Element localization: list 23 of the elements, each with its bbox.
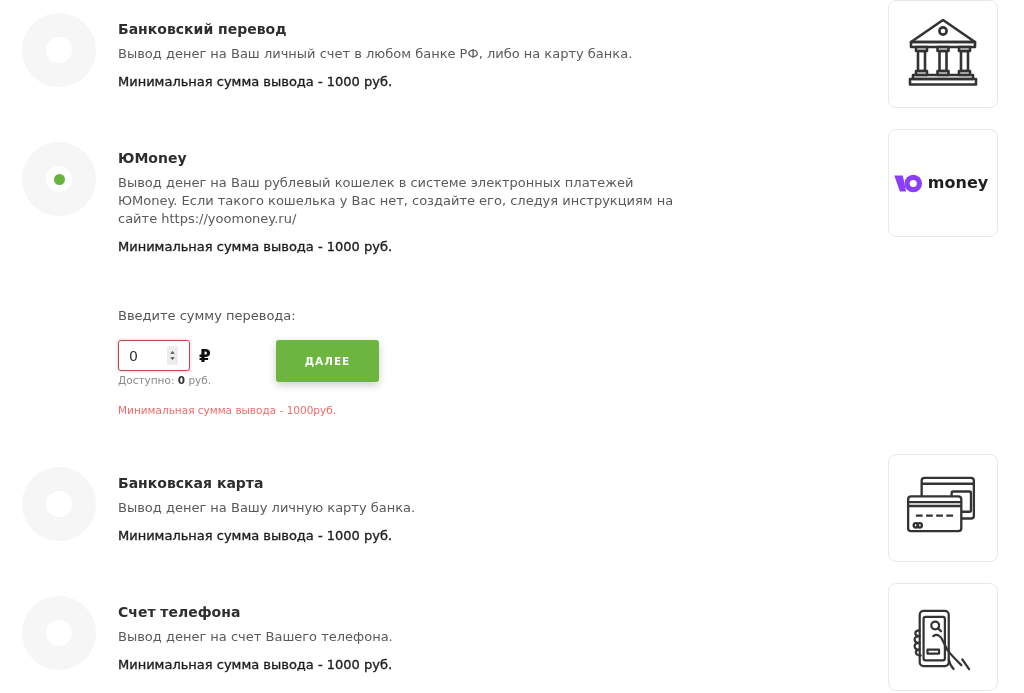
logo-wordmark: money <box>927 173 989 193</box>
method-title: Счет телефона <box>118 603 242 622</box>
available-balance: Доступно: 0 руб. <box>118 374 213 387</box>
method-description: Вывод денег на счет Вашего телефона. <box>118 628 394 646</box>
minimum-amount-note: Минимальная сумма вывода - 1000 руб. <box>118 238 394 256</box>
method-description: Вывод денег на Вашу личную карту банка. <box>118 499 417 517</box>
minimum-amount-note: Минимальная сумма вывода - 1000 руб. <box>118 656 394 674</box>
method-title: Банковская карта <box>118 474 265 493</box>
credit-cards-icon <box>906 476 976 534</box>
method-description: Вывод денег на Ваш личный счет в любом банке РФ, либо на карту банка. <box>118 45 634 63</box>
amount-label: Введите сумму перевода: <box>118 307 297 325</box>
currency-sign: ₽ <box>199 345 211 366</box>
method-title: ЮMoney <box>118 149 188 168</box>
method-title: Банковский перевод <box>118 20 288 39</box>
hand-with-phone-icon <box>911 609 971 671</box>
logo-mark-icon <box>893 173 923 193</box>
amount-input[interactable]: 0 <box>118 340 190 371</box>
minimum-amount-note: Минимальная сумма вывода - 1000 руб. <box>118 527 394 545</box>
method-description: Вывод денег на Ваш рублевый кошелек в системе электронных платежей ЮMoney. Если такого кошелька у Вас нет, создайте его, следуя инструкциям на сайте https://yoomoney.ru/ <box>118 174 675 228</box>
error-message: Минимальная сумма вывода - 1000руб. <box>118 403 338 418</box>
stepper-icon[interactable] <box>167 346 178 365</box>
bank-icon <box>908 18 978 86</box>
minimum-amount-note: Минимальная сумма вывода - 1000 руб. <box>118 73 394 91</box>
